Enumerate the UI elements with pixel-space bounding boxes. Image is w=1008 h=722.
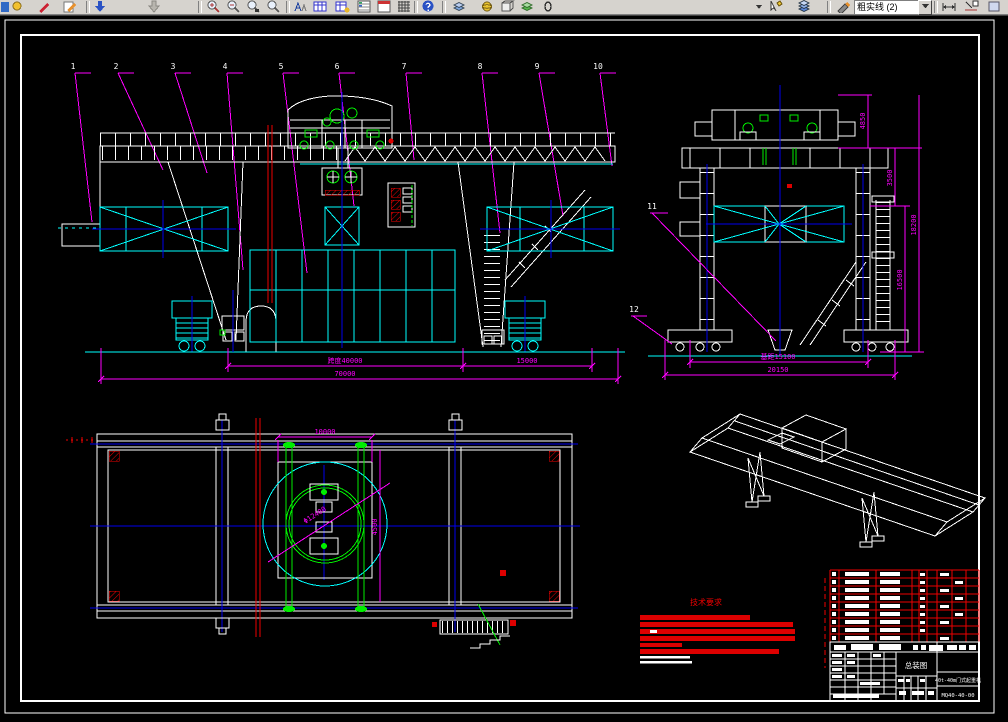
title-block: 总装图 40t-40m门式起重机 MQ40-40-00 xyxy=(829,569,981,702)
partial-icon[interactable] xyxy=(988,0,1003,13)
zoom-out-icon[interactable] xyxy=(226,0,241,13)
side-bogies xyxy=(667,329,909,352)
toolbar-separator xyxy=(86,1,90,13)
left-brace-panel xyxy=(92,200,236,258)
svg-text:7: 7 xyxy=(402,62,407,71)
svg-text:5: 5 xyxy=(279,62,284,71)
toolbar-separator xyxy=(827,1,831,13)
layer-combo-value: 粗实线 (2) xyxy=(857,2,898,12)
cad-application-window: 1 2 3 4 5 6 7 8 9 10 跨度40000 15000 70000… xyxy=(0,0,1008,722)
plan-view: 10000 Φ12400 4500 xyxy=(66,413,580,649)
callout-leaders xyxy=(74,72,616,274)
toolbar-separator xyxy=(414,1,418,13)
bom-table xyxy=(829,569,980,643)
iso-view-icon[interactable] xyxy=(452,0,467,13)
side-legs xyxy=(679,168,871,330)
svg-text:3: 3 xyxy=(171,62,176,71)
drawing-number: MQ40-40-00 xyxy=(941,693,974,699)
render-sun-icon[interactable] xyxy=(10,0,25,13)
side-ladder xyxy=(799,195,895,346)
svg-text:11: 11 xyxy=(647,202,657,211)
dim-edit-icon[interactable] xyxy=(964,0,979,13)
move-down-disabled-icon[interactable] xyxy=(147,0,162,13)
dropdown-arrow-icon[interactable] xyxy=(752,0,767,13)
help-icon[interactable] xyxy=(421,0,436,13)
tech-req-title: 技术要求 xyxy=(690,597,722,607)
svg-text:2: 2 xyxy=(114,62,119,71)
layer-combo-dropdown-button[interactable] xyxy=(918,0,932,15)
side-trolley xyxy=(694,109,856,141)
left-truck xyxy=(171,296,213,352)
right-truck xyxy=(504,296,546,352)
svg-text:9: 9 xyxy=(535,62,540,71)
electrical-cabinet xyxy=(387,182,416,228)
slew-circle xyxy=(262,442,388,612)
toolbar-separator xyxy=(442,1,446,13)
left-cantilever xyxy=(58,223,101,247)
move-down-icon[interactable] xyxy=(93,0,108,13)
view-label: 总装图 xyxy=(905,660,928,670)
select-sketch-icon[interactable] xyxy=(768,0,783,13)
platform-dim: 4500 xyxy=(371,519,379,536)
window-red-icon[interactable] xyxy=(377,0,392,13)
grid-icon[interactable] xyxy=(397,0,412,13)
drawing-canvas[interactable]: 1 2 3 4 5 6 7 8 9 10 跨度40000 15000 70000… xyxy=(0,0,1008,722)
base-dim: 20150 xyxy=(767,366,788,374)
leg-feet xyxy=(219,315,505,345)
svg-text:8: 8 xyxy=(478,62,483,71)
total-dimension: 70000 xyxy=(334,370,355,378)
side-callouts: 11 12 xyxy=(629,202,777,345)
leg-height-dim: 16500 xyxy=(896,269,904,290)
container-stack xyxy=(249,249,456,343)
plan-section-lines xyxy=(66,418,261,637)
toolbar-separator xyxy=(286,1,290,13)
layer-list-icon[interactable] xyxy=(357,0,372,13)
zoom-in-icon[interactable] xyxy=(206,0,221,13)
zoom-previous-icon[interactable] xyxy=(266,0,281,13)
svg-text:12: 12 xyxy=(629,305,639,314)
total-height-dim: 18200 xyxy=(910,214,918,235)
toolbar-separator xyxy=(934,1,938,13)
find-text-icon[interactable] xyxy=(293,0,308,13)
callout-numbers: 1 2 3 4 5 6 7 8 9 10 xyxy=(71,62,603,71)
gauge-dim: 基距15100 xyxy=(760,352,795,361)
table-icon[interactable] xyxy=(313,0,328,13)
trolley-height-dim: 4850 xyxy=(859,113,867,130)
rail-height-dim: 3500 xyxy=(886,170,894,187)
redline-pencil-icon[interactable] xyxy=(36,0,51,13)
buffer-mark xyxy=(388,138,394,144)
right-brace-panel xyxy=(480,200,620,258)
zoom-window-icon[interactable] xyxy=(246,0,261,13)
side-bridge-section xyxy=(681,147,889,169)
tech-req-lines xyxy=(640,615,795,664)
layer-green-icon[interactable] xyxy=(520,0,535,13)
toolbar-separator xyxy=(198,1,202,13)
edit-page-icon[interactable] xyxy=(62,0,77,13)
front-dimensions: 跨度40000 15000 70000 xyxy=(97,348,622,384)
side-brace-panel xyxy=(706,205,852,243)
side-view: 4850 3500 16500 18200 基距15100 20150 11 1… xyxy=(629,85,924,380)
table-properties-icon[interactable] xyxy=(335,0,350,13)
zero-display-icon[interactable] xyxy=(542,0,557,13)
plan-centerlines xyxy=(90,420,580,632)
technical-requirements: 技术要求 xyxy=(640,578,826,668)
isometric-view xyxy=(689,413,986,548)
dim-style-icon[interactable] xyxy=(942,0,957,13)
product-name: 40t-40m门式起重机 xyxy=(935,677,981,684)
svg-text:4: 4 xyxy=(223,62,228,71)
layers-blue-icon[interactable] xyxy=(797,0,812,13)
trolley-gauge-dim: 10000 xyxy=(314,428,335,436)
draft-pencil-icon[interactable] xyxy=(836,0,851,15)
cube-icon[interactable] xyxy=(500,0,515,13)
toolbar: 粗实线 (2) xyxy=(0,0,1008,16)
cantilever-dimension: 15000 xyxy=(516,357,537,365)
front-view: 1 2 3 4 5 6 7 8 9 10 跨度40000 15000 70000 xyxy=(58,62,625,384)
sphere-yellow-icon[interactable] xyxy=(480,0,495,13)
svg-text:10: 10 xyxy=(593,62,603,71)
svg-text:1: 1 xyxy=(71,62,76,71)
red-detail-mark xyxy=(787,184,792,188)
layer-combo[interactable]: 粗实线 (2) xyxy=(854,0,922,15)
span-dimension: 跨度40000 xyxy=(327,356,362,365)
svg-text:6: 6 xyxy=(335,62,340,71)
